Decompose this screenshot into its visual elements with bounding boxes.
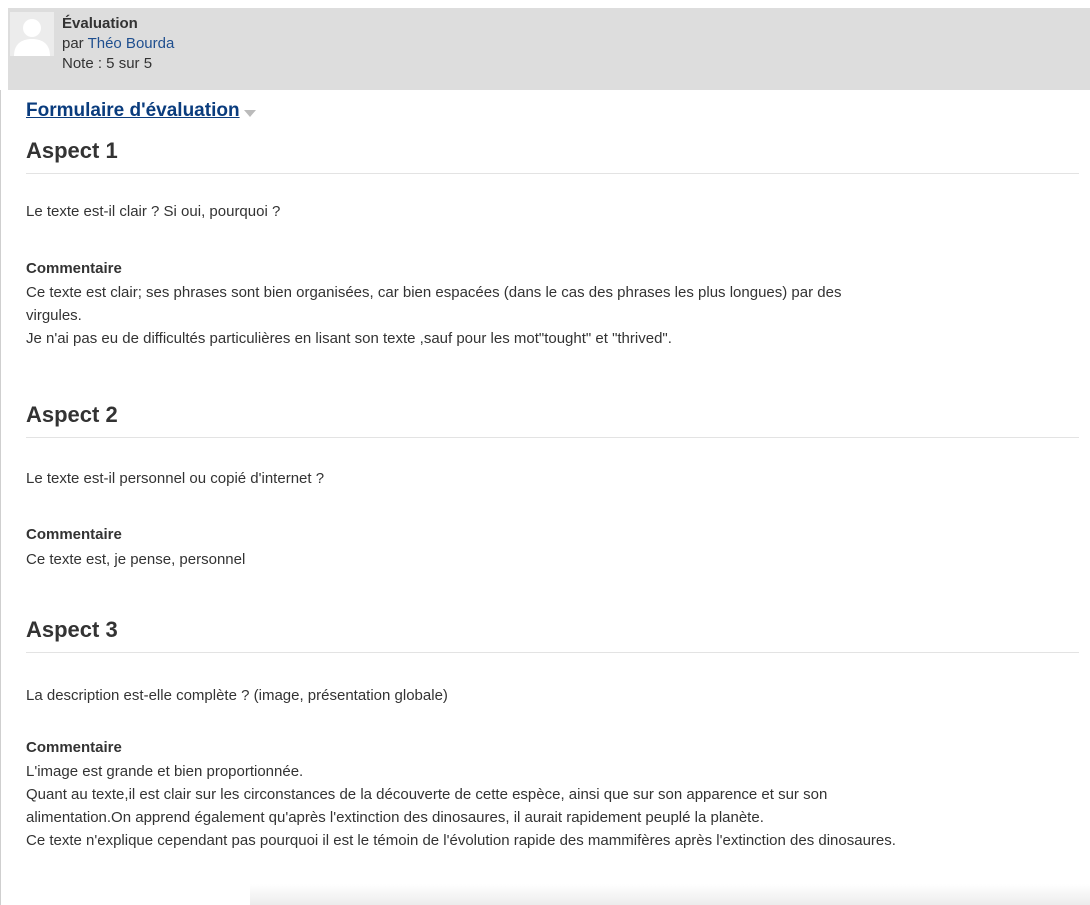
assessment-page: Évaluation par Théo Bourda Note : 5 sur …	[0, 0, 1090, 905]
assessment-header: Évaluation par Théo Bourda Note : 5 sur …	[8, 8, 1090, 90]
assessment-author: par Théo Bourda	[62, 34, 174, 54]
aspect-divider	[26, 437, 1079, 438]
content-left-border	[0, 90, 1, 905]
assessment-form-link[interactable]: Formulaire d'évaluation	[26, 100, 240, 122]
aspect-section-1: Aspect 1 Le texte est-il clair ? Si oui,…	[26, 137, 1079, 377]
aspect-title: Aspect 1	[26, 138, 118, 163]
author-link[interactable]: Théo Bourda	[88, 35, 175, 52]
bottom-shadow	[250, 884, 1090, 905]
comment-line: virgules.	[26, 307, 82, 324]
aspect-title: Aspect 2	[26, 402, 118, 427]
aspect-divider	[26, 173, 1079, 174]
comment-line: Ce texte est clair; ses phrases sont bie…	[26, 284, 842, 301]
comment-line: Ce texte n'explique cependant pas pourqu…	[26, 832, 896, 849]
comment-label: Commentaire	[26, 739, 122, 756]
comment-line: Quant au texte,il est clair sur les circ…	[26, 786, 828, 803]
aspect-divider	[26, 652, 1079, 653]
comment-text: Ce texte est, je pense, personnel	[26, 548, 1079, 571]
aspect-section-3: Aspect 3 La description est-elle complèt…	[26, 616, 1079, 876]
aspect-question: Le texte est-il personnel ou copié d'int…	[26, 470, 325, 487]
comment-text: L'image est grande et bien proportionnée…	[26, 760, 1079, 852]
assessment-form-toggle[interactable]: Formulaire d'évaluation	[26, 99, 256, 123]
comment-line: L'image est grande et bien proportionnée…	[26, 763, 304, 780]
comment-line: Je n'ai pas eu de difficultés particuliè…	[26, 330, 672, 347]
aspect-title: Aspect 3	[26, 617, 118, 642]
comment-label: Commentaire	[26, 260, 122, 277]
comment-text: Ce texte est clair; ses phrases sont bie…	[26, 281, 1079, 350]
comment-line: alimentation.On apprend également qu'apr…	[26, 809, 764, 826]
assessment-grade: Note : 5 sur 5	[62, 55, 153, 72]
assessment-title: Évaluation	[62, 15, 138, 32]
aspect-section-2: Aspect 2 Le texte est-il personnel ou co…	[26, 401, 1079, 591]
caret-down-icon[interactable]	[243, 109, 256, 117]
user-avatar-icon[interactable]	[10, 12, 54, 56]
aspect-question: Le texte est-il clair ? Si oui, pourquoi…	[26, 203, 281, 220]
author-prefix: par	[62, 35, 88, 52]
comment-label: Commentaire	[26, 526, 122, 543]
header-info: Évaluation par Théo Bourda Note : 5 sur …	[62, 14, 174, 74]
aspect-question: La description est-elle complète ? (imag…	[26, 687, 448, 704]
comment-line: Ce texte est, je pense, personnel	[26, 551, 246, 568]
